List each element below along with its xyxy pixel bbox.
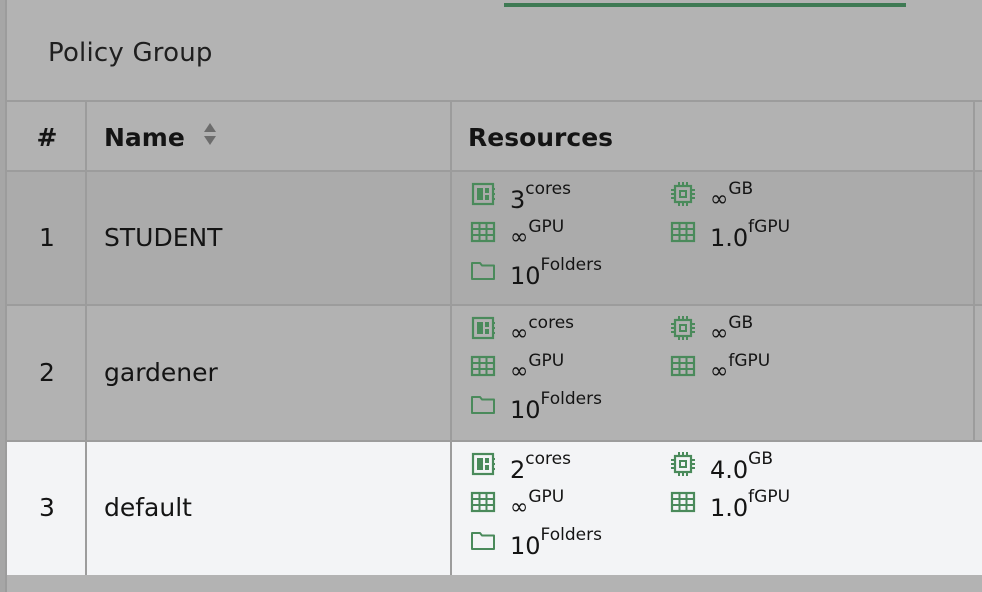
resource-gpu: ∞ GPU xyxy=(470,351,565,386)
gpu-icon xyxy=(470,218,510,249)
gpu-icon xyxy=(470,352,510,383)
resource-mem: ∞ GB xyxy=(670,179,754,214)
resource-value: 3 xyxy=(510,186,526,214)
resource-cpu: 2 cores xyxy=(470,449,571,484)
row-index: 2 xyxy=(39,358,55,387)
fgpu-icon xyxy=(670,352,710,383)
resource-folders: 10 Folders xyxy=(470,525,602,560)
column-header-index: # xyxy=(36,122,58,152)
resource-unit: Folders xyxy=(540,255,602,275)
memory-icon xyxy=(670,314,710,345)
page-title: Policy Group xyxy=(48,38,213,68)
table-row[interactable]: 3 default 2 cores 4.0 GB ∞ GPU 1.0 fGPU … xyxy=(7,442,982,575)
resource-unit: Folders xyxy=(540,389,602,409)
resource-unit: fGPU xyxy=(748,217,791,237)
column-header-name-label: Name xyxy=(104,122,185,152)
resource-value: ∞ xyxy=(510,225,529,250)
row-name: STUDENT xyxy=(104,223,223,252)
resource-unit: GPU xyxy=(528,487,565,507)
resource-unit: Folders xyxy=(540,525,602,545)
column-divider xyxy=(450,100,452,575)
column-header-name[interactable]: Name xyxy=(104,102,217,172)
resource-unit: GB xyxy=(728,313,754,333)
resource-gpu: ∞ GPU xyxy=(470,217,565,252)
table-row[interactable]: 2 gardener ∞ cores ∞ GB ∞ GPU ∞ fGPU 10 … xyxy=(7,306,982,442)
resource-folders: 10 Folders xyxy=(470,389,602,424)
resource-value: 4.0 xyxy=(710,456,749,484)
folder-icon xyxy=(470,256,510,287)
resource-value: 1.0 xyxy=(710,224,749,252)
resource-fgpu: ∞ fGPU xyxy=(670,351,771,386)
resource-cpu: 3 cores xyxy=(470,179,571,214)
resource-value: ∞ xyxy=(710,321,729,346)
row-name: gardener xyxy=(104,358,218,387)
left-border xyxy=(0,0,7,592)
resource-value: 10 xyxy=(510,262,541,290)
resource-unit: cores xyxy=(528,313,575,333)
fgpu-icon xyxy=(670,218,710,249)
resource-folders: 10 Folders xyxy=(470,255,602,290)
resource-unit: GPU xyxy=(528,217,565,237)
column-header-resources: Resources xyxy=(468,122,614,152)
table-row[interactable]: 1 STUDENT 3 cores ∞ GB ∞ GPU 1.0 fGPU 10… xyxy=(7,172,982,306)
resource-value: ∞ xyxy=(510,321,529,346)
column-divider xyxy=(973,100,975,442)
resource-value: ∞ xyxy=(510,495,529,520)
table-header: # Name Resources xyxy=(7,100,982,172)
cpu-icon xyxy=(470,314,510,345)
resource-gpu: ∞ GPU xyxy=(470,487,565,522)
resource-value: 10 xyxy=(510,532,541,560)
fgpu-icon xyxy=(670,488,710,519)
gpu-icon xyxy=(470,488,510,519)
resource-unit: GB xyxy=(728,179,754,199)
resource-mem: ∞ GB xyxy=(670,313,754,348)
resource-value: 1.0 xyxy=(710,494,749,522)
resource-unit: fGPU xyxy=(728,351,771,371)
memory-icon xyxy=(670,180,710,211)
column-divider xyxy=(85,100,87,575)
row-index: 3 xyxy=(39,492,55,522)
resource-unit: GPU xyxy=(528,351,565,371)
row-name: default xyxy=(104,492,192,522)
resource-mem: 4.0 GB xyxy=(670,449,774,484)
active-tab-indicator xyxy=(504,3,906,7)
resource-cpu: ∞ cores xyxy=(470,313,575,348)
resource-fgpu: 1.0 fGPU xyxy=(670,217,791,252)
resource-value: 10 xyxy=(510,396,541,424)
resource-unit: cores xyxy=(525,179,571,199)
resource-value: ∞ xyxy=(710,187,729,212)
row-index: 1 xyxy=(39,223,55,252)
resource-value: ∞ xyxy=(510,359,529,384)
resource-value: ∞ xyxy=(710,359,729,384)
resource-unit: GB xyxy=(748,449,774,469)
cpu-icon xyxy=(470,450,510,481)
folder-icon xyxy=(470,390,510,421)
resource-value: 2 xyxy=(510,456,526,484)
sort-icon[interactable] xyxy=(203,122,217,152)
memory-icon xyxy=(670,450,710,481)
folder-icon xyxy=(470,526,510,557)
cpu-icon xyxy=(470,180,510,211)
resource-fgpu: 1.0 fGPU xyxy=(670,487,791,522)
resource-unit: fGPU xyxy=(748,487,791,507)
resource-unit: cores xyxy=(525,449,571,469)
